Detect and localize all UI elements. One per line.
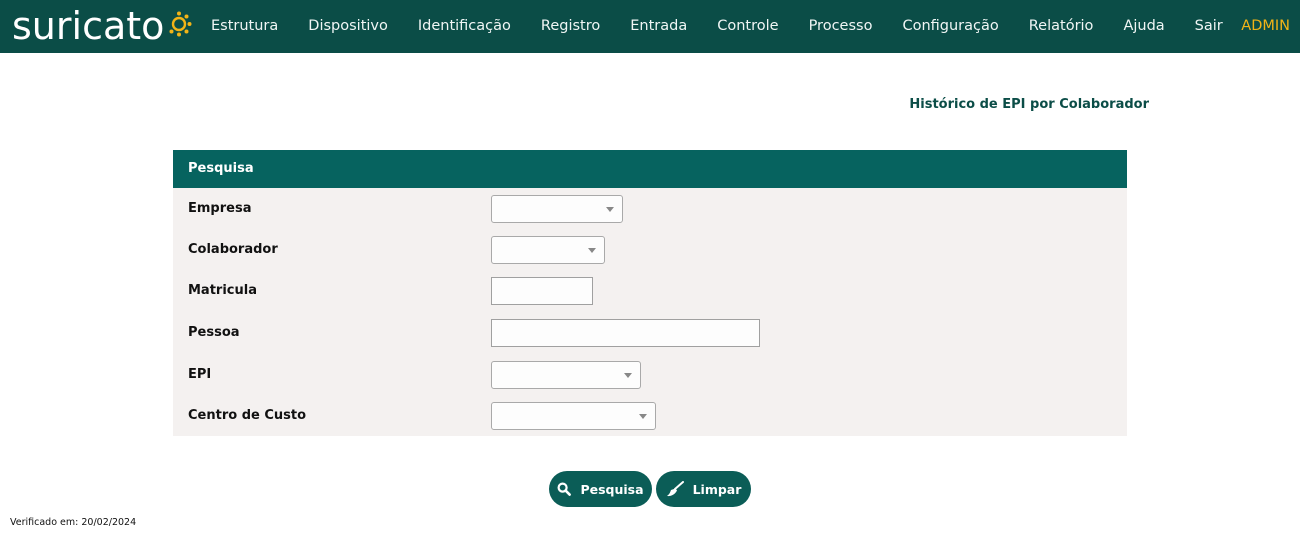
centro-custo-select[interactable] bbox=[491, 402, 656, 430]
centro-custo-label: Centro de Custo bbox=[188, 408, 307, 423]
suricato-logo[interactable]: suricato bbox=[12, 4, 192, 48]
epi-label: EPI bbox=[188, 367, 212, 382]
chevron-down-icon bbox=[624, 373, 632, 378]
empresa-row: Empresa bbox=[173, 194, 1127, 224]
broom-icon bbox=[666, 481, 684, 497]
menu-item-entrada[interactable]: Entrada bbox=[615, 0, 702, 53]
matricula-label: Matricula bbox=[188, 283, 257, 298]
pessoa-input[interactable] bbox=[491, 319, 760, 347]
chevron-down-icon bbox=[588, 248, 596, 253]
menu-item-controle[interactable]: Controle bbox=[702, 0, 793, 53]
main-menu: Estrutura Dispositivo Identificação Regi… bbox=[196, 0, 1238, 53]
clear-button[interactable]: Limpar bbox=[656, 471, 751, 507]
chevron-down-icon bbox=[639, 414, 647, 419]
epi-row: EPI bbox=[173, 360, 1127, 390]
verified-date-note: Verificado em: 20/02/2024 bbox=[10, 517, 137, 528]
search-button-label: Pesquisa bbox=[580, 481, 644, 497]
colaborador-select[interactable] bbox=[491, 236, 605, 264]
matricula-row: Matricula bbox=[173, 276, 1127, 306]
centro-custo-row: Centro de Custo bbox=[173, 401, 1127, 431]
menu-item-estrutura[interactable]: Estrutura bbox=[196, 0, 293, 53]
pessoa-row: Pessoa bbox=[173, 318, 1127, 348]
menu-item-identificacao[interactable]: Identificação bbox=[403, 0, 526, 53]
empresa-select[interactable] bbox=[491, 195, 623, 223]
epi-select[interactable] bbox=[491, 361, 641, 389]
logo-text: suricato bbox=[12, 4, 165, 48]
logo-dots-icon bbox=[169, 11, 192, 37]
menu-item-registro[interactable]: Registro bbox=[526, 0, 615, 53]
page-title: Histórico de EPI por Colaborador bbox=[909, 97, 1149, 112]
search-panel: Pesquisa Empresa Colaborador Matricula P… bbox=[173, 150, 1127, 436]
clear-button-label: Limpar bbox=[692, 481, 742, 497]
menu-item-processo[interactable]: Processo bbox=[794, 0, 888, 53]
search-button[interactable]: Pesquisa bbox=[549, 471, 652, 507]
menu-item-ajuda[interactable]: Ajuda bbox=[1108, 0, 1179, 53]
pessoa-label: Pessoa bbox=[188, 325, 240, 340]
current-user-label[interactable]: ADMIN bbox=[1241, 0, 1290, 53]
matricula-input[interactable] bbox=[491, 277, 593, 305]
colaborador-label: Colaborador bbox=[188, 242, 278, 257]
menu-item-relatorio[interactable]: Relatório bbox=[1014, 0, 1109, 53]
empresa-label: Empresa bbox=[188, 201, 252, 216]
search-panel-header: Pesquisa bbox=[173, 150, 1127, 188]
top-navigation-bar: suricato Estrutura Dispositivo Identific… bbox=[0, 0, 1300, 53]
chevron-down-icon bbox=[606, 207, 614, 212]
menu-item-dispositivo[interactable]: Dispositivo bbox=[293, 0, 403, 53]
search-icon bbox=[557, 482, 572, 496]
menu-item-sair[interactable]: Sair bbox=[1180, 0, 1238, 53]
colaborador-row: Colaborador bbox=[173, 235, 1127, 265]
menu-item-configuracao[interactable]: Configuração bbox=[887, 0, 1013, 53]
